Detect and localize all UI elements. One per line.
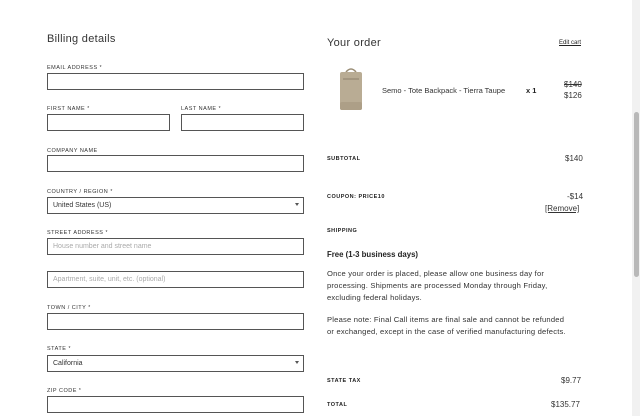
required-mark: * [68,346,71,352]
chevron-down-icon [295,203,299,206]
shipping-note: Once your order is placed, please allow … [327,269,548,302]
coupon-label: COUPON: PRICE10 [327,194,385,200]
state-label-text: STATE [47,346,67,352]
state-label: STATE * [47,346,71,352]
shipping-method: Free (1-3 business days) [327,250,419,259]
total-label: TOTAL [327,402,348,408]
state-select[interactable]: California [47,355,304,372]
order-title: Your order [327,37,381,49]
required-mark: * [110,189,113,195]
shipping-label: SHIPPING [327,228,358,234]
scrollbar-thumb[interactable] [634,112,639,277]
state-value: California [53,360,83,367]
country-value: United States (US) [53,202,112,209]
country-label-text: COUNTRY / REGION [47,189,109,195]
final-sale-note: Please note: Final Call items are final … [327,315,566,336]
town-label: TOWN / CITY * [47,305,91,311]
tax-label: STATE TAX [327,378,361,384]
company-label: COMPANY NAME [47,148,98,154]
company-field[interactable] [47,155,304,172]
total-value: $135.77 [551,400,580,409]
last-name-label-text: LAST NAME [181,106,217,112]
email-label-text: EMAIL ADDRESS [47,65,98,71]
billing-title: Billing details [47,33,116,45]
zip-field[interactable] [47,396,304,413]
country-label: COUNTRY / REGION * [47,189,113,195]
apartment-field[interactable]: Apartment, suite, unit, etc. (optional) [47,271,304,288]
town-field[interactable] [47,313,304,330]
email-field[interactable] [47,73,304,90]
zip-label: ZIP CODE * [47,388,81,394]
zip-label-text: ZIP CODE [47,388,77,394]
price-new: $126 [564,91,582,100]
last-name-field[interactable] [181,114,304,131]
coupon-remove-link[interactable]: [Remove] [545,204,579,213]
price-old: $140 [564,80,582,89]
street-field[interactable]: House number and street name [47,238,304,255]
required-mark: * [99,65,103,71]
required-mark: * [78,388,82,394]
street-label-text: STREET ADDRESS [47,230,104,236]
required-mark: * [87,106,90,112]
subtotal-value: $140 [565,154,583,163]
street-placeholder: House number and street name [53,243,152,250]
product-name: Semo - Tote Backpack - Tierra Taupe [382,86,506,95]
street-label: STREET ADDRESS * [47,230,108,236]
required-mark: * [88,305,91,311]
first-name-label: FIRST NAME * [47,106,90,112]
required-mark: * [218,106,222,112]
coupon-value: -$14 [567,192,584,201]
subtotal-label: SUBTOTAL [327,156,361,162]
first-name-field[interactable] [47,114,170,131]
first-name-label-text: FIRST NAME [47,106,86,112]
chevron-down-icon [295,361,299,364]
country-select[interactable]: United States (US) [47,197,304,214]
backpack-icon [340,68,362,110]
apartment-placeholder: Apartment, suite, unit, etc. (optional) [53,276,166,283]
required-mark: * [105,230,108,236]
last-name-label: LAST NAME * [181,106,221,112]
product-image[interactable] [334,66,368,112]
email-label: EMAIL ADDRESS * [47,65,102,71]
edit-cart-link[interactable]: Edit cart [559,40,581,46]
product-qty: x 1 [526,86,537,95]
tax-value: $9.77 [561,376,582,385]
town-label-text: TOWN / CITY [47,305,87,311]
